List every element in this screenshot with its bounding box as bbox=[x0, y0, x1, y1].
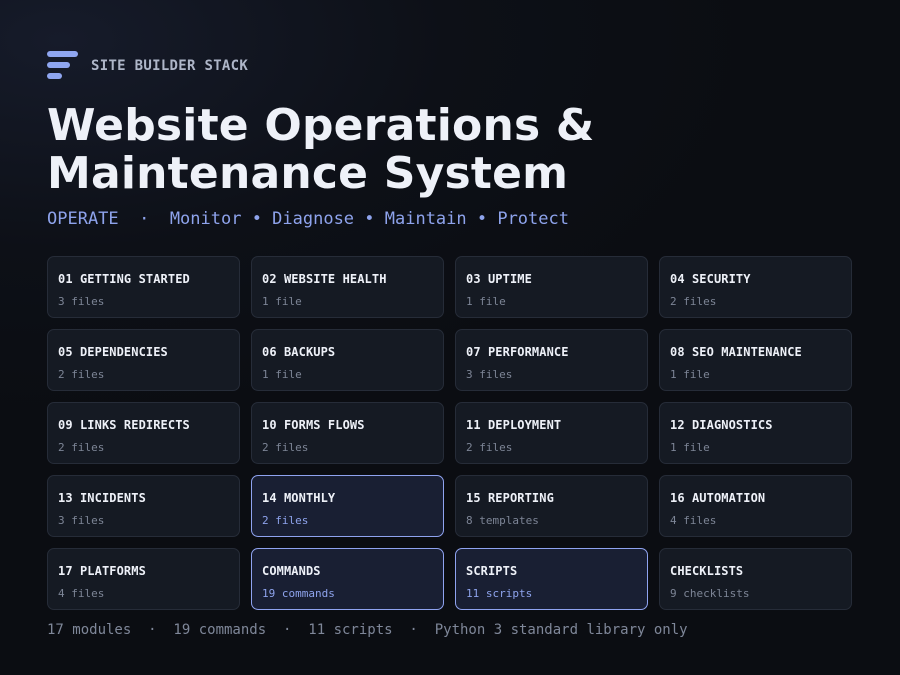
module-count: 2 files bbox=[262, 441, 309, 454]
brand-header: SITE BUILDER STACK bbox=[47, 50, 248, 82]
module-title: 02 WEBSITE HEALTH bbox=[262, 272, 387, 286]
stack-bars-icon bbox=[47, 50, 79, 82]
module-count: 1 file bbox=[670, 368, 710, 381]
module-title: 05 DEPENDENCIES bbox=[58, 345, 168, 359]
module-count: 1 file bbox=[262, 368, 302, 381]
module-count: 2 files bbox=[466, 441, 513, 454]
tagline: OPERATE · Monitor • Diagnose • Maintain … bbox=[47, 209, 569, 229]
module-count: 4 files bbox=[58, 587, 105, 600]
page-title-line-1: Website Operations & bbox=[47, 100, 595, 151]
module-title: CHECKLISTS bbox=[670, 564, 744, 578]
module-title: 16 AUTOMATION bbox=[670, 491, 766, 505]
module-card[interactable]: 16 AUTOMATION 4 files bbox=[659, 475, 852, 537]
footer-summary: 17 modules · 19 commands · 11 scripts · … bbox=[47, 622, 688, 638]
module-title: 04 SECURITY bbox=[670, 272, 751, 286]
module-title: 17 PLATFORMS bbox=[58, 564, 146, 578]
module-count: 4 files bbox=[670, 514, 717, 527]
module-card[interactable]: 17 PLATFORMS 4 files bbox=[47, 548, 240, 610]
module-card[interactable]: 06 BACKUPS 1 file bbox=[251, 329, 444, 391]
module-title: COMMANDS bbox=[262, 564, 321, 578]
module-count: 3 files bbox=[466, 368, 513, 381]
module-title: 10 FORMS FLOWS bbox=[262, 418, 365, 432]
module-count: 2 files bbox=[670, 295, 717, 308]
module-card[interactable]: 05 DEPENDENCIES 2 files bbox=[47, 329, 240, 391]
module-count: 1 file bbox=[466, 295, 506, 308]
module-card[interactable]: 03 UPTIME 1 file bbox=[455, 256, 648, 318]
module-count: 8 templates bbox=[466, 514, 539, 527]
module-card[interactable]: 09 LINKS REDIRECTS 2 files bbox=[47, 402, 240, 464]
module-card[interactable]: 12 DIAGNOSTICS 1 file bbox=[659, 402, 852, 464]
module-count: 1 file bbox=[670, 441, 710, 454]
module-grid: 01 GETTING STARTED 3 files 02 WEBSITE HEAL… bbox=[47, 256, 853, 610]
module-card[interactable]: COMMANDS 19 commands bbox=[251, 548, 444, 610]
module-card[interactable]: 13 INCIDENTS 3 files bbox=[47, 475, 240, 537]
module-title: 12 DIAGNOSTICS bbox=[670, 418, 773, 432]
module-count: 19 commands bbox=[262, 587, 335, 600]
module-title: 06 BACKUPS bbox=[262, 345, 336, 359]
module-title: 03 UPTIME bbox=[466, 272, 532, 286]
module-title: 13 INCIDENTS bbox=[58, 491, 146, 505]
module-title: 09 LINKS REDIRECTS bbox=[58, 418, 190, 432]
module-count: 2 files bbox=[58, 441, 105, 454]
module-card[interactable]: 07 PERFORMANCE 3 files bbox=[455, 329, 648, 391]
module-card[interactable]: 04 SECURITY 2 files bbox=[659, 256, 852, 318]
brand-name: SITE BUILDER STACK bbox=[91, 58, 249, 74]
page-title-line-2: Maintenance System bbox=[47, 148, 569, 199]
module-title: 07 PERFORMANCE bbox=[466, 345, 569, 359]
module-card[interactable]: 10 FORMS FLOWS 2 files bbox=[251, 402, 444, 464]
module-card[interactable]: 11 DEPLOYMENT 2 files bbox=[455, 402, 648, 464]
module-card[interactable]: CHECKLISTS 9 checklists bbox=[659, 548, 852, 610]
module-count: 3 files bbox=[58, 295, 105, 308]
module-count: 3 files bbox=[58, 514, 105, 527]
module-count: 1 file bbox=[262, 295, 302, 308]
module-title: SCRIPTS bbox=[466, 564, 518, 578]
module-title: 15 REPORTING bbox=[466, 491, 554, 505]
module-count: 2 files bbox=[58, 368, 105, 381]
module-title: 11 DEPLOYMENT bbox=[466, 418, 562, 432]
module-card[interactable]: 14 MONTHLY 2 files bbox=[251, 475, 444, 537]
module-title: 08 SEO MAINTENANCE bbox=[670, 345, 802, 359]
module-card[interactable]: 01 GETTING STARTED 3 files bbox=[47, 256, 240, 318]
module-count: 2 files bbox=[262, 514, 309, 527]
module-count: 9 checklists bbox=[670, 587, 750, 600]
module-title: 01 GETTING STARTED bbox=[58, 272, 190, 286]
module-card[interactable]: 08 SEO MAINTENANCE 1 file bbox=[659, 329, 852, 391]
module-title: 14 MONTHLY bbox=[262, 491, 336, 505]
page-title: Website Operations & Maintenance System bbox=[47, 102, 594, 198]
module-card[interactable]: 15 REPORTING 8 templates bbox=[455, 475, 648, 537]
module-card[interactable]: SCRIPTS 11 scripts bbox=[455, 548, 648, 610]
module-card[interactable]: 02 WEBSITE HEALTH 1 file bbox=[251, 256, 444, 318]
module-count: 11 scripts bbox=[466, 587, 533, 600]
